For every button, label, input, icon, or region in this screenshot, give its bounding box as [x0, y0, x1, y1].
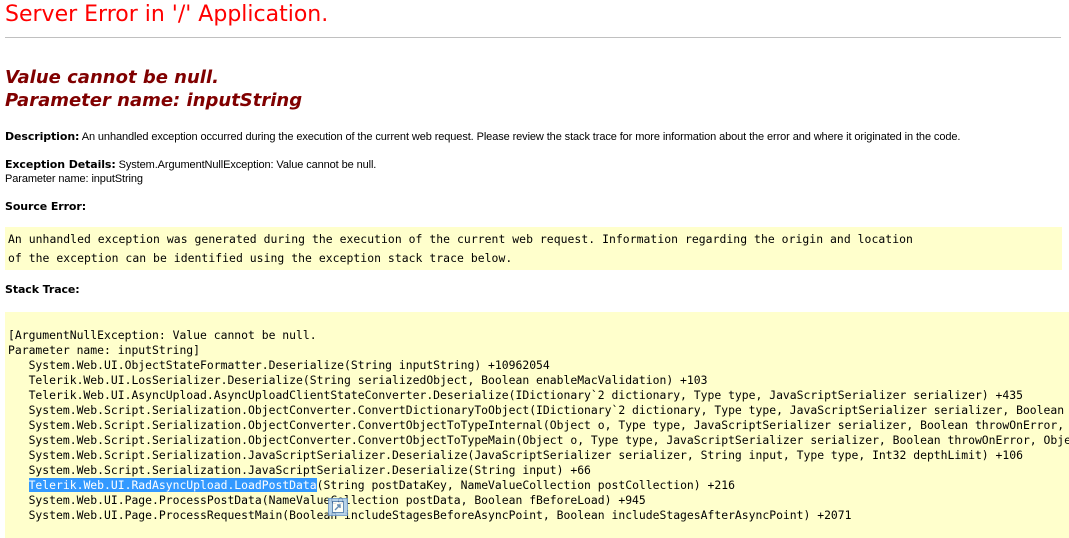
stack-trace-line: System.Web.Script.Serialization.ObjectCo… [28, 418, 1065, 432]
stack-trace-line: System.Web.Script.Serialization.ObjectCo… [28, 403, 1065, 417]
stack-trace-line: System.Web.UI.ObjectStateFormatter.Deser… [8, 358, 550, 372]
description-label: Description: [5, 130, 80, 143]
stack-trace-line-highlighted[interactable]: Telerik.Web.UI.RadAsyncUpload.LoadPostDa… [8, 478, 1069, 493]
description-section: Description: An unhandled exception occu… [5, 130, 960, 144]
stack-trace-line: System.Web.Script.Serialization.JavaScri… [8, 463, 591, 477]
exception-details-label: Exception Details: [5, 158, 116, 171]
stack-trace-label: Stack Trace: [5, 283, 80, 296]
highlight-rest: (String postDataKey, NameValueCollection… [316, 478, 735, 492]
error-page: Server Error in '/' Application. Value c… [0, 0, 1069, 538]
source-error-label: Source Error: [5, 200, 86, 213]
error-message-line2: Parameter name: inputString [5, 90, 303, 111]
stack-trace-line: System.Web.UI.Page.ProcessRequestMain(Bo… [8, 508, 852, 522]
stack-trace-section: Stack Trace: [5, 283, 80, 297]
stack-trace-box[interactable]: [ArgumentNullException: Value cannot be … [5, 312, 1069, 538]
exception-details-line2: Parameter name: inputString [5, 173, 143, 185]
stack-trace-line: System.Web.Script.Serialization.JavaScri… [8, 448, 1023, 462]
description-text: An unhandled exception occurred during t… [79, 131, 961, 143]
stack-trace-line: Telerik.Web.UI.LosSerializer.Deserialize… [8, 373, 708, 387]
error-message: Value cannot be null. Parameter name: in… [5, 66, 302, 112]
stack-trace-line: [ArgumentNullException: Value cannot be … [8, 328, 317, 342]
source-error-line: of the exception can be identified using… [8, 251, 513, 265]
title-divider [5, 37, 1061, 38]
highlight-indent [8, 478, 29, 492]
source-error-line: An unhandled exception was generated dur… [8, 232, 913, 246]
exception-details-section: Exception Details: System.ArgumentNullEx… [5, 158, 376, 186]
arrow-icon [332, 501, 344, 513]
selected-text[interactable]: Telerik.Web.UI.RadAsyncUpload.LoadPostDa… [28, 478, 317, 492]
source-error-section: Source Error: [5, 200, 86, 214]
stack-trace-line: System.Web.UI.Page.ProcessPostData(NameV… [8, 493, 646, 507]
stack-trace-line: Telerik.Web.UI.AsyncUpload.AsyncUploadCl… [8, 388, 1023, 402]
search-overlay-icon[interactable] [328, 498, 348, 516]
source-error-box: An unhandled exception was generated dur… [5, 227, 1062, 270]
stack-trace-line: Parameter name: inputString] [8, 343, 201, 357]
exception-details-text: System.ArgumentNullException: Value cann… [115, 159, 377, 171]
error-message-line1: Value cannot be null. [5, 67, 219, 88]
stack-trace-line: System.Web.Script.Serialization.ObjectCo… [28, 433, 1069, 447]
page-title: Server Error in '/' Application. [5, 2, 329, 27]
